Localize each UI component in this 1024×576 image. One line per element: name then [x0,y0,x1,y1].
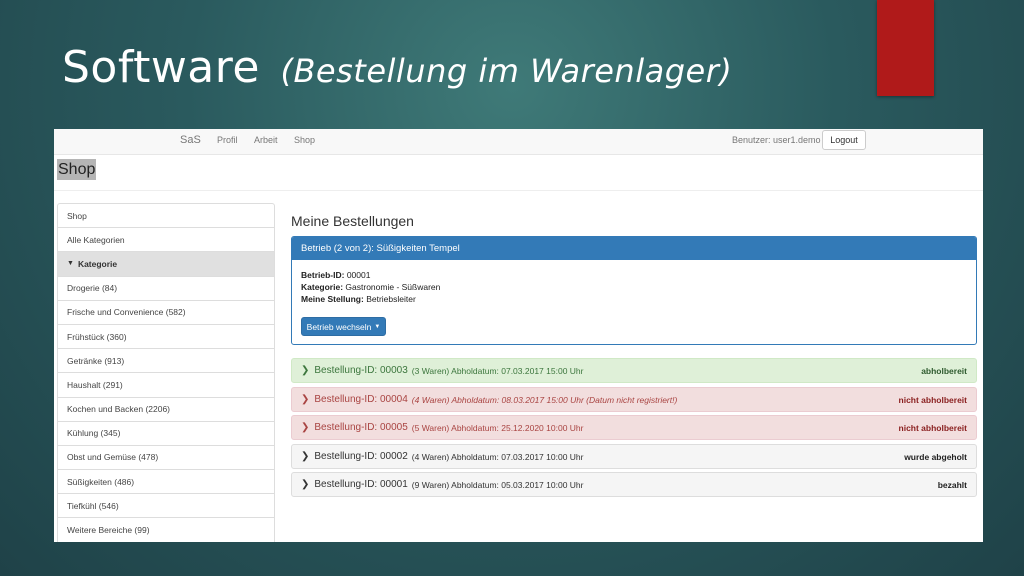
sidebar-item-getraenke[interactable]: Getränke (913) [58,349,274,374]
order-status: abholbereit [921,365,967,376]
order-status: bezahlt [937,479,967,490]
order-details: (9 Waren) Abholdatum: 05.03.2017 10:00 U… [411,479,584,490]
business-position-value: Betriebsleiter [366,294,416,304]
business-panel-header: Betrieb (2 von 2): Süßigkeiten Tempel [292,237,976,260]
sidebar-item-haushalt[interactable]: Haushalt (291) [58,373,274,398]
order-status: wurde abgeholt [904,451,967,462]
order-row-00001[interactable]: ❯ Bestellung-ID: 00001 (9 Waren) Abholda… [291,472,977,497]
switch-business-label: Betrieb wechseln [306,321,372,332]
chevron-right-icon: ❯ [301,451,310,462]
order-row-00002[interactable]: ❯ Bestellung-ID: 00002 (4 Waren) Abholda… [291,444,977,469]
chevron-right-icon: ❯ [301,394,310,405]
sidebar-item-label: Getränke (913) [67,355,125,366]
sidebar-item-kochen-backen[interactable]: Kochen und Backen (2206) [58,398,274,422]
sidebar-item-tiefkuehl[interactable]: Tiefkühl (546) [58,494,274,519]
slide-subtitle: (Bestellung im Warenlager) [280,52,733,90]
sidebar-item-label: Süßigkeiten (486) [67,476,135,487]
chevron-down-icon: ▼ [67,260,74,268]
business-panel-body: Betrieb-ID: 00001 Kategorie: Gastronomie… [292,260,976,314]
business-id-label: Betrieb-ID: [301,270,345,280]
red-accent-bar [877,0,934,96]
navbar-brand[interactable]: SaS [180,134,201,146]
slide-title: Software (Bestellung im Warenlager) [62,42,732,93]
chevron-right-icon: ❯ [301,479,310,490]
order-id: Bestellung-ID: 00003 [314,365,408,376]
app-screenshot: SaS Profil Arbeit Shop Benutzer: user1.d… [54,129,983,542]
order-id: Bestellung-ID: 00002 [314,451,408,462]
sidebar-item-shop[interactable]: Shop [58,204,274,229]
sidebar-item-frische[interactable]: Frische und Convenience (582) [58,301,274,325]
sidebar-item-label: Alle Kategorien [67,234,125,245]
sidebar-item-label: Frische und Convenience (582) [67,307,186,318]
sidebar-item-kuehlung[interactable]: Kühlung (345) [58,422,274,446]
business-category-row: Kategorie: Gastronomie - Süßwaren [301,281,967,293]
sidebar-item-label: Kategorie [77,258,118,269]
sidebar-item-label: Drogerie (84) [67,283,118,294]
sidebar-item-label: Frühstück (360) [67,331,127,342]
navbar: SaS Profil Arbeit Shop Benutzer: user1.d… [54,129,983,155]
sidebar-item-label: Haushalt (291) [67,379,123,390]
business-category-value: Gastronomie - Süßwaren [345,282,441,292]
order-id: Bestellung-ID: 00004 [314,394,408,405]
sidebar-item-obst-gemuese[interactable]: Obst und Gemüse (478) [58,446,274,471]
business-id-value: 00001 [346,270,371,280]
slide-title-main: Software [62,42,260,93]
nav-link-profil[interactable]: Profil [217,135,238,145]
sidebar-item-kategorie[interactable]: ▼ Kategorie [58,252,274,277]
chevron-right-icon: ❯ [301,365,310,376]
order-row-00003[interactable]: ❯ Bestellung-ID: 00003 (3 Waren) Abholda… [291,358,977,383]
divider [54,190,983,191]
business-position-label: Meine Stellung: [301,294,364,304]
order-details: (3 Waren) Abholdatum: 07.03.2017 15:00 U… [411,365,584,376]
sidebar-item-alle-kategorien[interactable]: Alle Kategorien [58,228,274,253]
order-row-00004[interactable]: ❯ Bestellung-ID: 00004 (4 Waren) Abholda… [291,387,977,412]
navbar-user: Benutzer: user1.demo [732,135,821,145]
nav-link-shop[interactable]: Shop [294,135,315,145]
order-id: Bestellung-ID: 00005 [314,422,408,433]
order-details: (4 Waren) Abholdatum: 07.03.2017 10:00 U… [411,451,584,462]
sidebar-item-label: Kühlung (345) [67,428,121,439]
category-sidebar: Shop Alle Kategorien ▼ Kategorie Drogerie… [57,203,275,542]
caret-down-icon: ▼ [374,323,381,330]
sidebar-item-fruehstueck[interactable]: Frühstück (360) [58,325,274,350]
business-category-label: Kategorie: [301,282,344,292]
order-row-00005[interactable]: ❯ Bestellung-ID: 00005 (5 Waren) Abholda… [291,415,977,440]
sidebar-item-weitere-bereiche[interactable]: Weitere Bereiche (99) [58,518,274,542]
sidebar-item-suessigkeiten[interactable]: Süßigkeiten (486) [58,470,274,495]
orders-title: Meine Bestellungen [291,213,414,229]
order-status: nicht abholbereit [898,422,967,433]
business-panel: Betrieb (2 von 2): Süßigkeiten Tempel Be… [291,236,977,345]
sidebar-item-label: Obst und Gemüse (478) [67,452,159,463]
sidebar-item-label: Kochen und Backen (2206) [67,404,171,415]
business-id-row: Betrieb-ID: 00001 [301,269,967,281]
order-status: nicht abholbereit [898,394,967,405]
order-id: Bestellung-ID: 00001 [314,479,408,490]
sidebar-item-label: Tiefkühl (546) [67,500,119,511]
logout-button[interactable]: Logout [822,130,866,150]
order-details: (5 Waren) Abholdatum: 25.12.2020 10:00 U… [411,422,584,433]
business-position-row: Meine Stellung: Betriebsleiter [301,293,967,305]
page-heading: Shop [57,159,97,180]
switch-business-button[interactable]: Betrieb wechseln ▼ [301,317,386,336]
chevron-right-icon: ❯ [301,422,310,433]
sidebar-item-label: Weitere Bereiche (99) [67,525,150,536]
nav-link-arbeit[interactable]: Arbeit [254,135,278,145]
sidebar-item-label: Shop [67,210,87,221]
sidebar-item-drogerie[interactable]: Drogerie (84) [58,277,274,301]
order-details: (4 Waren) Abholdatum: 08.03.2017 15:00 U… [411,394,678,405]
